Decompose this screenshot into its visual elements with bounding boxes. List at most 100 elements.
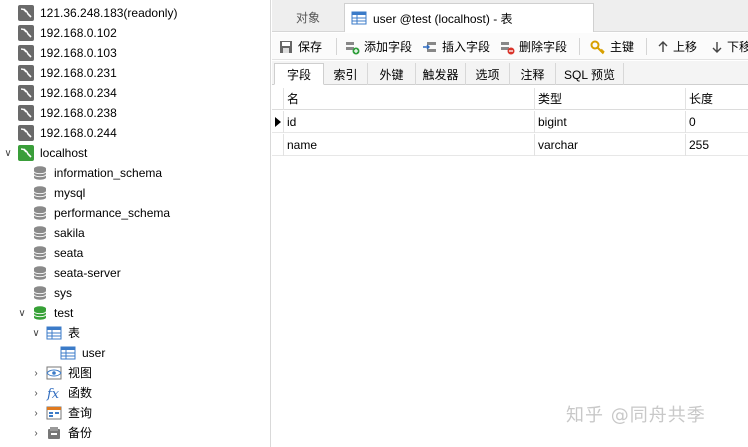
table-icon <box>46 325 62 341</box>
delete-field-button[interactable]: 删除字段 <box>499 36 567 57</box>
column-header-name[interactable]: 名 <box>284 88 535 110</box>
connection-item[interactable]: 192.168.0.231 <box>18 63 117 83</box>
tab-user-table[interactable]: user @test (localhost) - 表 <box>344 3 594 32</box>
tree-item-label: localhost <box>40 146 88 160</box>
subtab-foreign-keys[interactable]: 外键 <box>368 63 416 85</box>
primary-key-button[interactable]: 主键 <box>590 36 634 57</box>
subtab-fields[interactable]: 字段 <box>274 63 324 85</box>
save-icon <box>278 39 294 55</box>
tree-item-label: performance_schema <box>54 206 171 220</box>
connection-icon <box>18 5 34 21</box>
connection-item[interactable]: 192.168.0.102 <box>18 23 117 43</box>
connection-icon <box>18 105 34 121</box>
function-icon: fx <box>46 385 62 402</box>
view-icon <box>46 365 62 381</box>
connection-icon <box>18 45 34 61</box>
connection-item[interactable]: 192.168.0.244 <box>18 123 117 143</box>
tree-item-label: seata-server <box>54 266 121 280</box>
database-item[interactable]: seata <box>32 243 83 263</box>
add-field-button[interactable]: 添加字段 <box>344 36 412 57</box>
tree-item-label: sakila <box>54 226 85 240</box>
connection-item-localhost[interactable]: ∨ localhost <box>4 143 88 163</box>
chevron-down-icon[interactable]: ∨ <box>16 307 28 319</box>
connection-item[interactable]: 192.168.0.234 <box>18 83 117 103</box>
tree-item-label: 函数 <box>68 386 93 400</box>
tree-item-label: seata <box>54 246 84 260</box>
database-icon <box>32 285 48 301</box>
database-item[interactable]: sakila <box>32 223 85 243</box>
table-row[interactable]: id bigint 0 <box>272 111 748 133</box>
database-icon <box>32 305 48 321</box>
connection-icon <box>18 25 34 41</box>
connection-item[interactable]: 192.168.0.238 <box>18 103 117 123</box>
current-row-icon <box>275 117 281 127</box>
toolbar: 保存 添加字段 插入字段 删除字段 主键 上移 下移 <box>272 33 748 60</box>
database-item-test[interactable]: ∨ test <box>18 303 73 323</box>
tree-item-label: sys <box>54 286 72 300</box>
move-down-button[interactable]: 下移 <box>711 36 748 57</box>
backup-icon <box>46 425 62 441</box>
table-row[interactable]: name varchar 255 <box>272 134 748 156</box>
query-icon <box>46 405 62 421</box>
field-name-cell[interactable]: name <box>284 134 535 156</box>
insert-field-icon <box>422 39 438 55</box>
column-header-length[interactable]: 长度 <box>686 88 748 110</box>
tree-folder-tables[interactable]: ∨ 表 <box>32 323 81 343</box>
subtab-sql-preview[interactable]: SQL 预览 <box>556 63 624 85</box>
field-type-cell[interactable]: bigint <box>535 111 686 133</box>
database-icon <box>32 265 48 281</box>
designer-subtabs: 字段 索引 外键 触发器 选项 注释 SQL 预览 <box>272 61 748 85</box>
column-header-type[interactable]: 类型 <box>535 88 686 110</box>
save-button[interactable]: 保存 <box>278 36 322 57</box>
subtab-triggers[interactable]: 触发器 <box>416 63 466 85</box>
chevron-right-icon[interactable]: › <box>30 427 42 439</box>
subtab-comments[interactable]: 注释 <box>510 63 556 85</box>
key-icon <box>590 39 606 55</box>
chevron-down-icon[interactable]: ∨ <box>2 147 14 159</box>
field-length-cell[interactable]: 255 <box>686 134 748 156</box>
database-item[interactable]: mysql <box>32 183 85 203</box>
tree-item-label: user <box>82 346 106 360</box>
field-length-cell[interactable]: 0 <box>686 111 748 133</box>
database-item[interactable]: sys <box>32 283 72 303</box>
field-name-cell[interactable]: id <box>284 111 535 133</box>
add-field-icon <box>344 39 360 55</box>
tree-folder-functions[interactable]: › fx 函数 <box>34 383 93 403</box>
database-icon <box>32 165 48 181</box>
connection-icon <box>18 125 34 141</box>
database-item[interactable]: performance_schema <box>32 203 170 223</box>
move-up-button[interactable]: 上移 <box>657 36 697 57</box>
connection-item[interactable]: 121.36.248.183(readonly) <box>18 3 177 23</box>
chevron-right-icon[interactable]: › <box>30 367 42 379</box>
tree-item-label: 查询 <box>68 406 93 420</box>
tree-table-user[interactable]: user <box>60 343 105 363</box>
chevron-right-icon[interactable]: › <box>30 387 42 399</box>
tree-item-label: 视图 <box>68 366 93 380</box>
connection-icon <box>18 85 34 101</box>
row-indicator <box>272 111 284 133</box>
svg-text:fx: fx <box>46 387 60 401</box>
document-tab-bar: 对象 user @test (localhost) - 表 <box>272 0 748 32</box>
chevron-right-icon[interactable]: › <box>30 407 42 419</box>
tab-user-table-label: user @test (localhost) - 表 <box>373 11 513 26</box>
insert-field-button[interactable]: 插入字段 <box>422 36 490 57</box>
database-item[interactable]: seata-server <box>32 263 121 283</box>
tab-objects[interactable]: 对象 <box>272 3 344 32</box>
tree-item-label: 表 <box>68 326 81 340</box>
tree-folder-queries[interactable]: › 查询 <box>34 403 93 423</box>
chevron-down-icon[interactable]: ∨ <box>30 327 42 339</box>
tree-folder-backups[interactable]: › 备份 <box>34 423 92 443</box>
tree-folder-views[interactable]: › 视图 <box>34 363 93 383</box>
tree-item-label: 121.36.248.183(readonly) <box>40 6 178 20</box>
database-icon <box>32 225 48 241</box>
table-icon <box>351 10 367 26</box>
connection-item[interactable]: 192.168.0.103 <box>18 43 117 63</box>
subtab-options[interactable]: 选项 <box>466 63 510 85</box>
connection-icon <box>18 65 34 81</box>
tree-item-label: 192.168.0.234 <box>40 86 117 100</box>
database-item[interactable]: information_schema <box>32 163 162 183</box>
arrow-up-icon <box>657 39 669 55</box>
field-type-cell[interactable]: varchar <box>535 134 686 156</box>
arrow-down-icon <box>711 39 723 55</box>
subtab-indexes[interactable]: 索引 <box>324 63 368 85</box>
